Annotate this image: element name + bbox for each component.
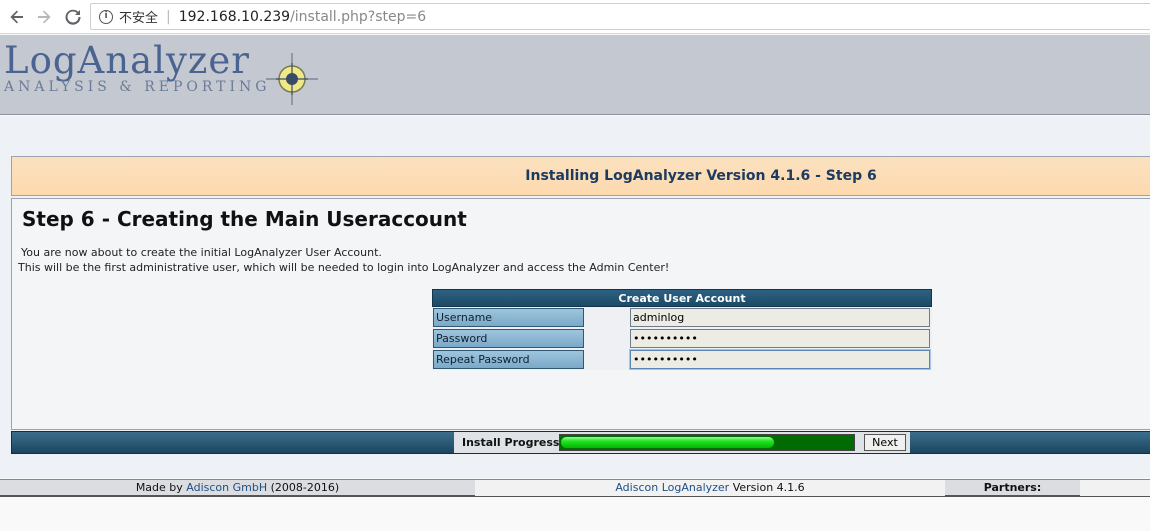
product-version: Version 4.1.6 <box>729 481 805 494</box>
repeat-password-label: Repeat Password <box>433 350 584 369</box>
password-input[interactable]: •••••••••• <box>630 329 930 348</box>
progress-fill <box>561 437 774 448</box>
username-input[interactable]: adminlog <box>630 308 930 327</box>
address-separator: | <box>166 8 171 25</box>
form-header: Create User Account <box>432 289 932 307</box>
install-title: Installing LogAnalyzer Version 4.1.6 - S… <box>525 168 877 184</box>
install-progress-bar: Install Progress: Next <box>11 431 1150 454</box>
form-row-username: Username adminlog <box>432 307 932 328</box>
repeat-password-input[interactable]: •••••••••• <box>630 350 930 369</box>
username-label: Username <box>433 308 584 327</box>
form-row-password: Password •••••••••• <box>432 328 932 349</box>
crosshair-icon <box>266 53 318 105</box>
address-bar[interactable]: i 不安全 | 192.168.10.239/install.php?step=… <box>90 3 1150 30</box>
progress-label: Install Progress: <box>462 436 564 449</box>
footer-made-by: Made by Adiscon GmbH (2008-2016) <box>0 480 475 496</box>
progress-track <box>559 434 855 451</box>
page-title: Step 6 - Creating the Main Useraccount <box>22 207 467 231</box>
product-link[interactable]: Adiscon LogAnalyzer <box>615 481 729 494</box>
reload-icon[interactable] <box>62 6 84 28</box>
url-host: 192.168.10.239 <box>178 8 291 25</box>
info-icon[interactable]: i <box>99 9 113 24</box>
made-by-suffix: (2008-2016) <box>267 481 340 494</box>
partners-area <box>1080 480 1150 496</box>
install-title-bar: Installing LogAnalyzer Version 4.1.6 - S… <box>11 156 1150 196</box>
page-header: LogAnalyzer ANALYSIS & REPORTING <box>0 35 1150 115</box>
back-arrow-icon[interactable] <box>6 6 28 28</box>
logo-subtitle: ANALYSIS & REPORTING <box>4 79 271 95</box>
partners-label: Partners: <box>983 481 1042 494</box>
description-line-2: This will be the first administrative us… <box>18 261 670 274</box>
create-user-form: Create User Account Username adminlog Pa… <box>432 289 932 370</box>
forward-arrow-icon[interactable] <box>33 6 55 28</box>
description-line-1: You are now about to create the initial … <box>21 246 382 259</box>
url-path: /install.php?step=6 <box>290 8 427 25</box>
adiscon-link[interactable]: Adiscon GmbH <box>186 481 267 494</box>
logo-title: LogAnalyzer <box>4 39 250 82</box>
browser-toolbar: i 不安全 | 192.168.10.239/install.php?step=… <box>0 0 1150 34</box>
insecure-label: 不安全 <box>119 11 159 26</box>
made-by-prefix: Made by <box>135 481 187 494</box>
password-label: Password <box>433 329 584 348</box>
next-button[interactable]: Next <box>864 434 906 451</box>
footer-product: Adiscon LogAnalyzer Version 4.1.6 <box>475 480 945 496</box>
logo[interactable]: LogAnalyzer ANALYSIS & REPORTING <box>4 39 271 96</box>
form-row-repeat-password: Repeat Password •••••••••• <box>432 349 932 370</box>
page-footer: Made by Adiscon GmbH (2008-2016) Adiscon… <box>0 479 1150 497</box>
